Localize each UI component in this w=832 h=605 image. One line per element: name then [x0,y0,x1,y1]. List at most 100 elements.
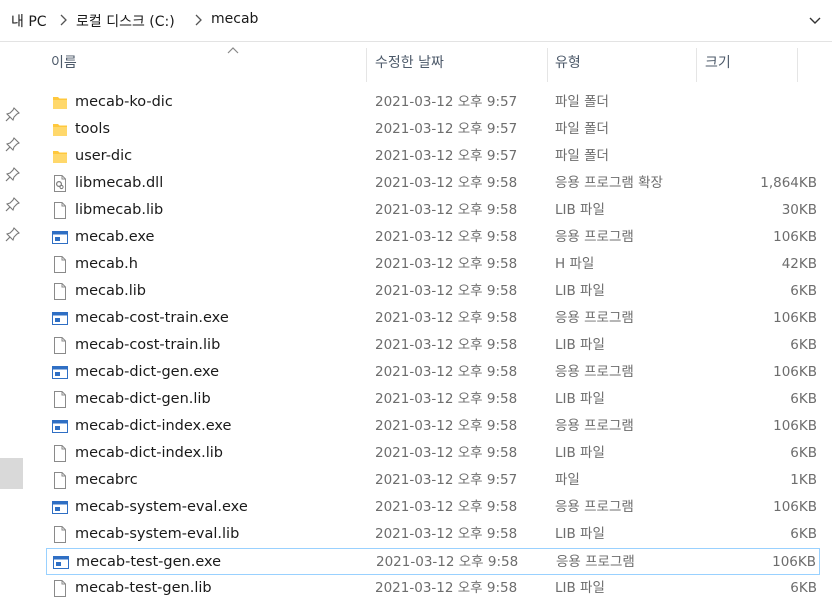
file-type: LIB 파일 [555,580,605,596]
file-name[interactable]: mecab-dict-index.exe [75,413,231,440]
file-row[interactable]: mecab-dict-gen.lib 2021-03-12 오후 9:58 LIB … [46,386,820,413]
file-date-modified: 2021-03-12 오후 9:58 [375,337,518,353]
file-type: 응용 프로그램 [555,364,634,380]
file-name[interactable]: libmecab.dll [75,170,163,197]
file-icon [52,580,68,597]
pin-icon[interactable] [5,136,21,152]
file-row[interactable]: mecab-cost-train.exe 2021-03-12 오후 9:58 응용… [46,305,820,332]
file-type: LIB 파일 [555,526,605,542]
file-name[interactable]: mecab-system-eval.exe [75,494,248,521]
file-name[interactable]: mecab-test-gen.exe [76,549,221,576]
file-size: 106KB [773,364,817,380]
file-name[interactable]: mecab-dict-gen.exe [75,359,219,386]
address-bar[interactable]: 내 PC 로컬 디스크 (C:) mecab [0,0,832,42]
file-row[interactable]: mecab-dict-index.lib 2021-03-12 오후 9:58 LI… [46,440,820,467]
file-row[interactable]: mecab.exe 2021-03-12 오후 9:58 응용 프로그램 106KB [46,224,820,251]
column-name[interactable]: 이름 [51,42,77,86]
file-name[interactable]: mecab-dict-index.lib [75,440,223,467]
file-name[interactable]: mecab.exe [75,224,154,251]
file-type: 응용 프로그램 [555,310,634,326]
file-date-modified: 2021-03-12 오후 9:58 [375,256,518,272]
chevron-down-icon[interactable] [808,13,822,27]
exe-icon [53,554,69,571]
file-row[interactable]: mecab-cost-train.lib 2021-03-12 오후 9:58 LI… [46,332,820,359]
column-divider[interactable] [696,48,697,82]
file-icon [52,283,68,300]
file-date-modified: 2021-03-12 오후 9:57 [375,472,518,488]
nav-selected-item[interactable] [0,458,23,489]
file-size: 106KB [773,310,817,326]
column-divider[interactable] [547,48,548,82]
column-divider[interactable] [366,48,367,82]
file-name[interactable]: mecab-ko-dic [75,89,173,116]
file-date-modified: 2021-03-12 오후 9:57 [375,121,518,137]
file-row[interactable]: libmecab.lib 2021-03-12 오후 9:58 LIB 파일 30KB [46,197,820,224]
pin-icon[interactable] [5,166,21,182]
file-name[interactable]: mecab-test-gen.lib [75,575,212,602]
file-type: LIB 파일 [555,283,605,299]
file-size: 6KB [790,445,817,461]
dll-file-icon [52,175,68,192]
file-name[interactable]: mecabrc [75,467,138,494]
breadcrumb-local-disk[interactable]: 로컬 디스크 (C:) [76,11,175,31]
pin-icon[interactable] [5,226,21,242]
file-size: 30KB [781,202,817,218]
file-row[interactable]: mecab-ko-dic 2021-03-12 오후 9:57 파일 폴더 [46,89,820,116]
file-type: 파일 폴더 [555,121,609,137]
file-size: 6KB [790,580,817,596]
file-row[interactable]: mecab.lib 2021-03-12 오후 9:58 LIB 파일 6KB [46,278,820,305]
file-type: LIB 파일 [555,445,605,461]
file-date-modified: 2021-03-12 오후 9:58 [375,229,518,245]
file-row[interactable]: mecab-test-gen.lib 2021-03-12 오후 9:58 LIB … [46,575,820,602]
file-icon [52,202,68,219]
chevron-right-icon[interactable] [193,13,203,27]
file-size: 6KB [790,391,817,407]
file-row[interactable]: mecab-test-gen.exe 2021-03-12 오후 9:58 응용 프… [46,548,820,575]
file-name[interactable]: mecab.h [75,251,138,278]
file-name[interactable]: mecab-dict-gen.lib [75,386,211,413]
exe-icon [52,499,68,516]
pin-icon[interactable] [5,196,21,212]
file-row[interactable]: libmecab.dll 2021-03-12 오후 9:58 응용 프로그램 확장… [46,170,820,197]
file-row[interactable]: tools 2021-03-12 오후 9:57 파일 폴더 [46,116,820,143]
file-size: 106KB [773,499,817,515]
file-size: 6KB [790,283,817,299]
column-date-modified[interactable]: 수정한 날짜 [375,42,444,86]
file-date-modified: 2021-03-12 오후 9:58 [375,364,518,380]
file-type: LIB 파일 [555,202,605,218]
file-type: 응용 프로그램 [555,229,634,245]
file-name[interactable]: tools [75,116,110,143]
file-row[interactable]: mecab-dict-index.exe 2021-03-12 오후 9:58 응용… [46,413,820,440]
navigation-pane [0,42,28,605]
file-name[interactable]: mecab-cost-train.exe [75,305,229,332]
file-name[interactable]: mecab-cost-train.lib [75,332,220,359]
chevron-right-icon[interactable] [58,13,68,27]
file-row[interactable]: mecabrc 2021-03-12 오후 9:57 파일 1KB [46,467,820,494]
file-row[interactable]: user-dic 2021-03-12 오후 9:57 파일 폴더 [46,143,820,170]
file-name[interactable]: user-dic [75,143,132,170]
file-date-modified: 2021-03-12 오후 9:58 [375,580,518,596]
file-icon [52,472,68,489]
file-row[interactable]: mecab-system-eval.lib 2021-03-12 오후 9:58 L… [46,521,820,548]
column-size[interactable]: 크기 [705,42,731,86]
file-date-modified: 2021-03-12 오후 9:58 [375,526,518,542]
file-size: 106KB [773,418,817,434]
file-row[interactable]: mecab-system-eval.exe 2021-03-12 오후 9:58 응… [46,494,820,521]
breadcrumb-this-pc[interactable]: 내 PC [11,11,47,31]
file-type: 응용 프로그램 [556,554,635,570]
file-name[interactable]: mecab-system-eval.lib [75,521,239,548]
file-name[interactable]: libmecab.lib [75,197,163,224]
file-row[interactable]: mecab.h 2021-03-12 오후 9:58 H 파일 42KB [46,251,820,278]
file-date-modified: 2021-03-12 오후 9:58 [375,310,518,326]
column-divider[interactable] [797,48,798,82]
column-type[interactable]: 유형 [555,42,581,86]
file-size: 106KB [773,229,817,245]
file-row[interactable]: mecab-dict-gen.exe 2021-03-12 오후 9:58 응용 프… [46,359,820,386]
file-name[interactable]: mecab.lib [75,278,146,305]
pin-icon[interactable] [5,106,21,122]
file-date-modified: 2021-03-12 오후 9:57 [375,94,518,110]
file-size: 1,864KB [760,175,817,191]
file-type: 파일 [555,472,580,488]
folder-icon [52,94,68,111]
breadcrumb-mecab[interactable]: mecab [211,11,258,27]
